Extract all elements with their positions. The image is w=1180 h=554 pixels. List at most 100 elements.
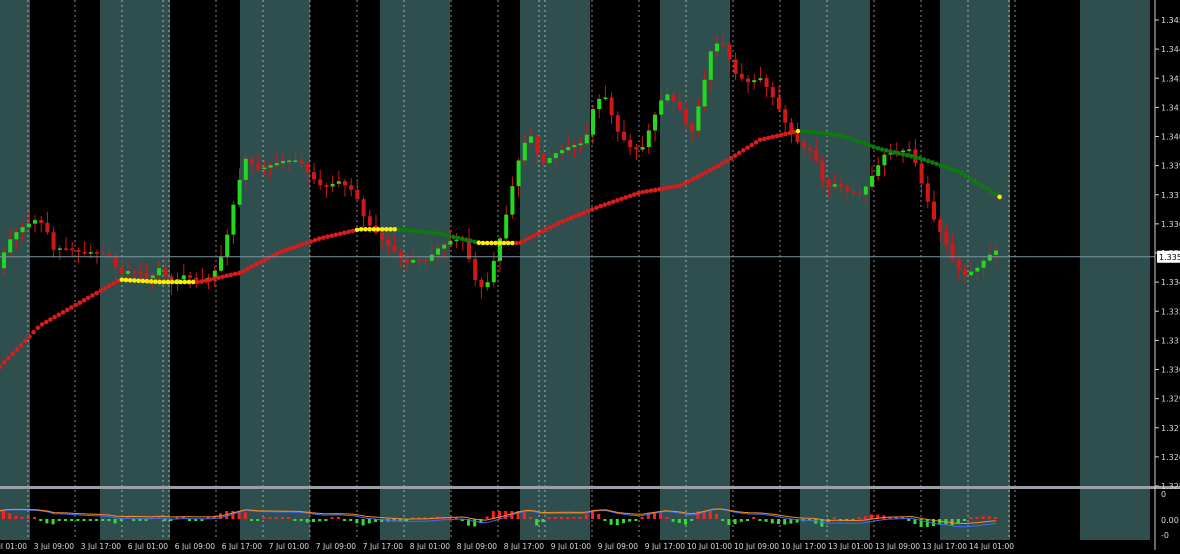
oscillator-bar: [274, 517, 278, 519]
ma-dot: [73, 302, 78, 308]
ma-dot: [720, 161, 725, 166]
price-tick-label: 1.339: [1161, 162, 1180, 171]
ma-dot: [703, 170, 708, 175]
ma-dot: [749, 142, 755, 148]
ma-dot: [308, 239, 314, 244]
candle-body: [20, 227, 25, 233]
ma-dot: [153, 279, 158, 285]
ma-dot: [312, 237, 318, 243]
oscillator-bar: [560, 517, 563, 519]
candle-body: [64, 248, 68, 250]
candle-body: [597, 98, 602, 110]
ma-dot: [896, 151, 902, 156]
candle-body: [938, 219, 943, 232]
ma-dot: [237, 270, 242, 276]
ma-dot: [917, 155, 923, 161]
ma-dot: [636, 190, 641, 196]
subwindow-separator: [0, 486, 1180, 489]
ma-dot: [661, 186, 666, 191]
ma-dot: [631, 192, 637, 197]
oscillator-bar: [343, 519, 346, 521]
price-tick-label: 1.330: [1161, 366, 1180, 375]
ma-dot: [455, 235, 461, 241]
oscillator-bar: [690, 519, 694, 521]
ma-dot: [316, 236, 322, 241]
time-tick-label: 6 Jul 01:00: [128, 542, 168, 550]
ma-dot: [216, 275, 221, 281]
price-tick-label: 1.329: [1161, 395, 1180, 404]
candle-body: [925, 183, 930, 202]
oscillator-tick-label: 0.00: [1161, 516, 1179, 525]
oscillator-tick-label: -0: [1161, 531, 1169, 540]
oscillator-bar: [485, 516, 489, 519]
ma-dot: [182, 279, 188, 285]
candle-body: [987, 254, 992, 261]
ma-dot: [640, 189, 645, 195]
oscillator-bar: [969, 517, 973, 519]
candle-body: [832, 184, 837, 187]
oscillator-bar: [615, 519, 619, 526]
price-tick-label: 1.341: [1161, 103, 1180, 112]
candle-body: [529, 136, 533, 143]
candle-body: [262, 167, 267, 170]
ma-dot: [90, 293, 95, 298]
ma-dot: [644, 189, 650, 194]
ma-dot: [396, 226, 402, 232]
ma-dot: [228, 272, 234, 278]
candle-body: [231, 204, 236, 235]
oscillator-bar: [863, 516, 867, 519]
ma-dot: [438, 231, 444, 237]
ma-dot: [27, 334, 32, 339]
candle-body: [820, 161, 825, 181]
time-tick-label: 13 Jul 09:00: [875, 542, 920, 550]
trading-chart-window[interactable]: 1.345 1.344 1.342 1.341 1.340 1.339 1.337 1.336…: [0, 0, 1180, 551]
ma-dot: [799, 128, 805, 134]
ma-dot: [585, 208, 591, 214]
ma-dot: [371, 226, 377, 232]
ma-dot: [942, 164, 948, 170]
candle-body: [479, 279, 484, 288]
price-chart[interactable]: 1.345 1.344 1.342 1.341 1.340 1.339 1.337 1.336…: [0, 0, 1180, 551]
ma-dot: [820, 131, 826, 136]
oscillator-bar: [832, 517, 836, 519]
candle-body: [566, 147, 571, 151]
candle-body: [839, 184, 843, 187]
time-tick-label: 10 Jul 09:00: [734, 542, 779, 550]
ma-dot: [984, 186, 990, 192]
oscillator-bar: [956, 519, 960, 524]
ma-dot: [392, 226, 398, 232]
oscillator-bar: [88, 519, 92, 521]
time-tick-label: 10 Jul 17:00: [781, 542, 826, 550]
ma-dot: [220, 274, 225, 280]
ma-dot: [476, 240, 482, 246]
candle-body: [708, 51, 713, 80]
candle-body: [783, 109, 788, 123]
candle-body: [746, 78, 750, 83]
ma-dot: [669, 184, 675, 190]
ma-dot: [447, 233, 452, 239]
candle-body: [343, 181, 347, 186]
candle-body: [380, 232, 385, 240]
ma-dot: [699, 172, 704, 177]
oscillator-bar: [777, 519, 780, 525]
ma-dot: [547, 225, 553, 230]
oscillator-bar: [330, 517, 334, 519]
ma-dot: [144, 278, 150, 284]
session-band: [660, 0, 730, 540]
candle-body: [144, 273, 149, 279]
candle-body: [51, 232, 56, 250]
ma-dot: [384, 226, 389, 232]
ma-dot: [787, 130, 792, 136]
candle-body: [324, 185, 329, 187]
oscillator-bar: [975, 517, 979, 519]
candle-body: [752, 80, 757, 83]
ma-dot: [694, 174, 700, 180]
oscillator-bar: [684, 519, 687, 525]
ma-dot: [732, 153, 738, 158]
ma-dot: [484, 240, 490, 246]
ma-dot: [207, 277, 213, 282]
candle-body: [293, 160, 298, 162]
oscillator-bar: [119, 519, 123, 522]
candle-body: [14, 232, 19, 240]
candle-body: [157, 268, 161, 276]
